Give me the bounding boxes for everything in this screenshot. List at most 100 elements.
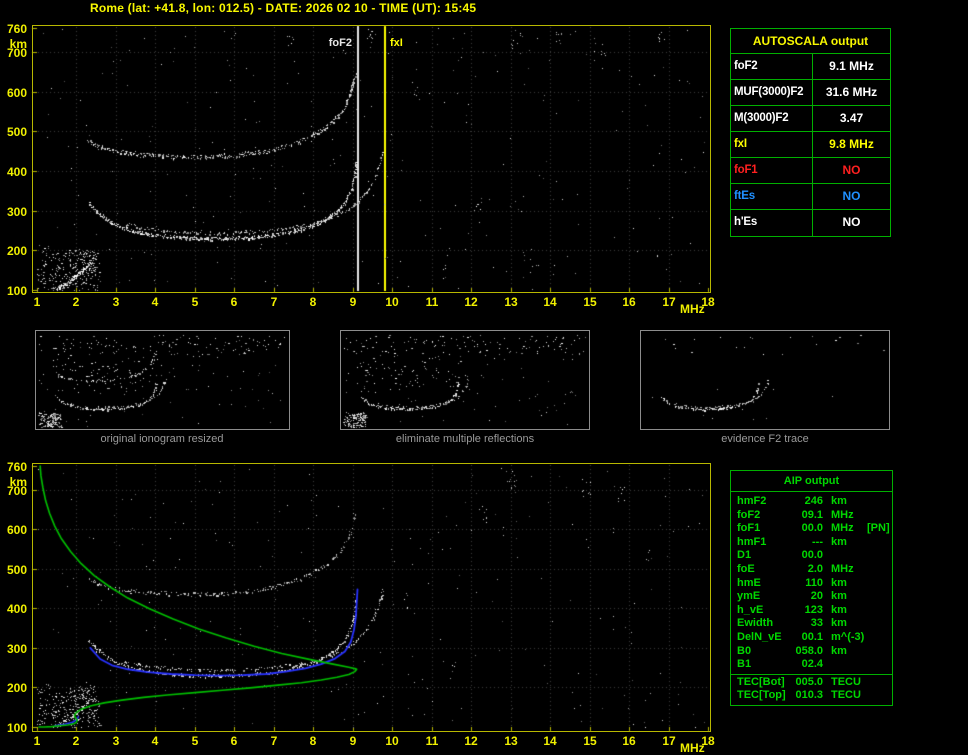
aip-param-label: DelN_vE (737, 630, 782, 643)
aip-param-unit: TECU (831, 689, 861, 702)
aip-param-extra (865, 563, 892, 577)
autoscala-row-m3000: M(3000)F2 3.47 (731, 106, 890, 132)
aip-table-body: hmF2 246 km foF2 09.1 MHz foF1 00.0 MHz [PN] hmF1 -… (731, 492, 892, 674)
aip-param-label: Ewidth (737, 617, 774, 630)
autoscala-param-value: 9.1 MHz (829, 59, 874, 73)
autoscala-param-label: fxI (731, 132, 813, 157)
y-axis-tick-label: 760 (6, 22, 27, 36)
aip-param-value: 010.3 (795, 689, 823, 702)
x-axis-tick-label: 17 (662, 295, 676, 309)
x-axis-tick-label: 1 (33, 295, 41, 309)
x-axis-tick-label: 13 (504, 734, 518, 748)
aip-param-value: 110 (805, 576, 823, 589)
autoscala-param-label: foF2 (731, 54, 813, 79)
autoscala-row-fxi: fxI 9.8 MHz (731, 132, 890, 158)
autoscala-param-label: h'Es (731, 210, 813, 236)
aip-row-b1: B1 02.4 (731, 658, 892, 672)
autoscala-output-panel: AUTOSCALA output foF2 9.1 MHz MUF(3000)F2 3… (730, 28, 891, 237)
y-axis-unit-label: km (9, 475, 27, 489)
aip-param-unit: MHz (831, 508, 854, 521)
aip-param-extra (865, 495, 892, 509)
x-axis-tick-label: 10 (385, 734, 399, 748)
autoscala-param-value: 3.47 (839, 111, 864, 125)
aip-param-value: 00.1 (801, 630, 823, 643)
aip-param-unit: km (831, 644, 847, 657)
aip-param-label: B1 (737, 658, 752, 671)
aip-param-value: 246 (804, 495, 823, 507)
thumbnail-caption-original: original ionogram resized (100, 433, 224, 445)
y-axis-tick-label: 760 (6, 460, 27, 474)
aip-param-unit: km (831, 535, 847, 548)
top-ionogram-plot-frame (32, 25, 711, 293)
autoscala-param-label: foF1 (731, 158, 813, 183)
x-axis-tick-label: 5 (191, 295, 199, 309)
aip-param-value: 02.4 (801, 658, 823, 671)
x-axis-tick-label: 14 (543, 295, 557, 309)
aip-param-unit: km (831, 495, 847, 507)
y-axis-tick-label: 600 (6, 86, 27, 100)
aip-param-value: 2.0 (807, 562, 823, 575)
autoscala-row-muf3000: MUF(3000)F2 31.6 MHz (731, 80, 890, 106)
x-axis-tick-label: 6 (230, 295, 238, 309)
y-axis-tick-label: 400 (6, 165, 27, 179)
x-axis-tick-label: 16 (622, 734, 636, 748)
aip-param-unit: km (831, 603, 847, 616)
x-axis-tick-label: 9 (349, 295, 357, 309)
aip-param-value: 09.1 (801, 508, 823, 521)
thumbnail-original-ionogram (35, 330, 290, 430)
autoscala-param-label: M(3000)F2 (731, 106, 813, 131)
aip-param-unit: km (831, 590, 847, 603)
aip-row-deln_ve: DelN_vE 00.1 m^(-3) (731, 631, 892, 645)
aip-row-hmf1: hmF1 --- km (731, 536, 892, 550)
aip-output-panel: AIP output hmF2 246 km foF2 09.1 MHz foF1 00.0 M… (730, 470, 893, 706)
aip-param-label: D1 (737, 549, 752, 562)
y-axis-unit-label: km (9, 37, 27, 51)
autoscala-row-ftes: ftEs NO (731, 184, 890, 210)
aip-param-extra (865, 509, 892, 523)
autoscala-param-value: NO (842, 189, 861, 203)
x-axis-tick-label: 1 (33, 734, 41, 748)
aip-param-unit: MHz (831, 522, 854, 535)
aip-param-extra (865, 689, 892, 703)
x-axis-tick-label: 7 (270, 295, 278, 309)
aip-row-tec_bot: TEC[Bot] 005.0 TECU (731, 676, 892, 690)
x-axis-tick-label: 4 (151, 295, 159, 309)
station-date-time-title: Rome (lat: +41.8, lon: 012.5) - DATE: 20… (90, 1, 477, 15)
aip-param-extra (865, 617, 892, 631)
aip-row-tec_top: TEC[Top] 010.3 TECU (731, 689, 892, 703)
x-axis-tick-label: 8 (309, 734, 317, 748)
aip-param-label: TEC[Top] (737, 689, 786, 702)
aip-param-unit (823, 549, 865, 563)
aip-param-label: h_vE (737, 603, 764, 616)
autoscala-output-header: AUTOSCALA output (731, 29, 890, 54)
aip-param-label: foF1 (737, 522, 761, 535)
y-axis-tick-label: 200 (6, 681, 27, 695)
autoscala-row-fof1: foF1 NO (731, 158, 890, 184)
x-axis-tick-label: 8 (309, 295, 317, 309)
bottom-ionogram-plot-frame (32, 463, 711, 732)
aip-row-fof2: foF2 09.1 MHz (731, 509, 892, 523)
aip-param-value: --- (812, 535, 823, 548)
x-axis-unit-label: MHz (680, 302, 705, 316)
x-axis-tick-label: 2 (72, 734, 80, 748)
aip-param-extra (865, 577, 892, 591)
autoscala-param-value: 31.6 MHz (825, 85, 878, 99)
aip-param-unit (823, 658, 865, 672)
aip-param-extra (865, 590, 892, 604)
autoscala-param-value: NO (842, 163, 861, 177)
aip-param-value: 058.0 (795, 644, 823, 657)
autoscala-row-fof2: foF2 9.1 MHz (731, 54, 890, 80)
x-axis-tick-label: 16 (622, 295, 636, 309)
aip-param-extra (865, 604, 892, 618)
aip-param-unit: km (831, 576, 847, 589)
x-axis-tick-label: 10 (385, 295, 399, 309)
x-axis-tick-label: 15 (583, 295, 597, 309)
fxi-annotation-label: fxI (390, 37, 403, 49)
aip-param-value: 33 (810, 617, 823, 630)
aip-param-extra (865, 645, 892, 659)
x-axis-tick-label: 9 (349, 734, 357, 748)
aip-param-label: B0 (737, 644, 752, 657)
y-axis-tick-label: 200 (6, 244, 27, 258)
aip-row-hme: hmE 110 km (731, 577, 892, 591)
thumbnail-caption-eliminate: eliminate multiple reflections (395, 433, 535, 445)
